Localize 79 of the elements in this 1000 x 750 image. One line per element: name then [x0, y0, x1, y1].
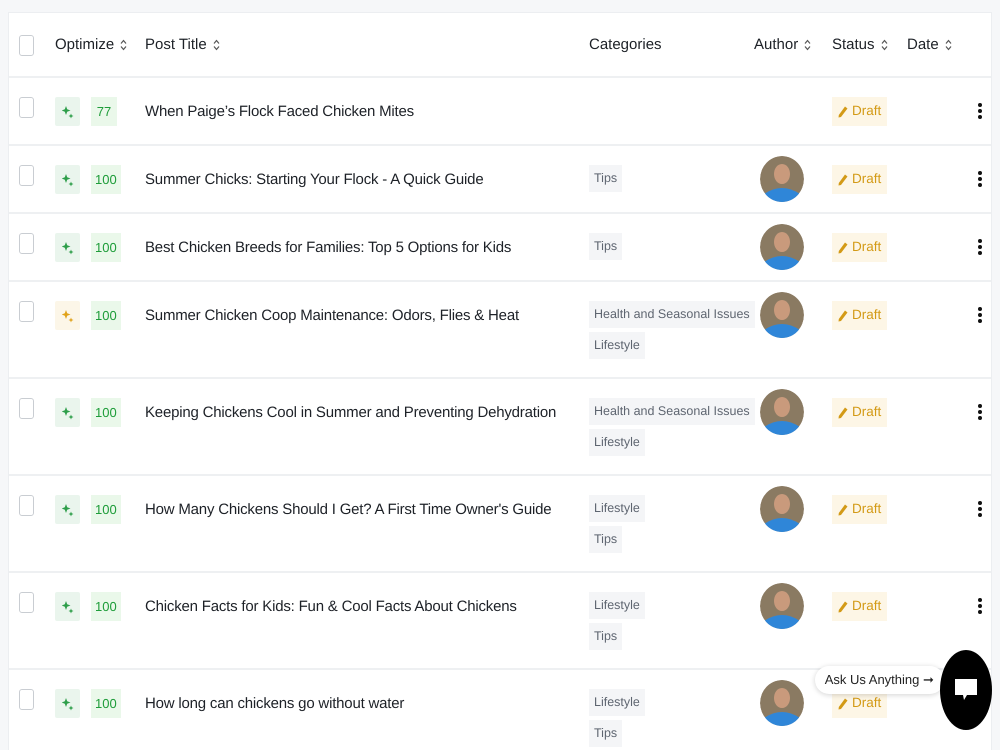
score-badge: 100 [91, 398, 121, 427]
optimize-button[interactable] [55, 592, 80, 621]
status-badge: Draft [832, 592, 888, 621]
checkbox[interactable] [19, 34, 34, 56]
sort-icon[interactable] [804, 39, 812, 52]
sort-icon[interactable] [944, 39, 952, 52]
score-badge: 100 [91, 233, 121, 262]
more-options-icon[interactable] [977, 306, 983, 324]
category-tag[interactable]: Lifestyle [589, 689, 645, 716]
pencil-icon [838, 174, 848, 186]
checkbox[interactable] [19, 301, 34, 322]
category-tag[interactable]: Lifestyle [589, 495, 645, 522]
checkbox[interactable] [19, 592, 34, 613]
checkbox[interactable] [19, 165, 34, 186]
optimize-button[interactable] [55, 233, 80, 262]
category-tag[interactable]: Lifestyle [589, 429, 645, 456]
sort-icon[interactable] [880, 39, 888, 52]
status-badge: Draft [832, 97, 888, 126]
category-tag[interactable]: Tips [589, 165, 622, 192]
more-options-icon[interactable] [977, 403, 983, 422]
category-tag[interactable]: Tips [589, 526, 622, 553]
category-tag[interactable]: Tips [589, 623, 622, 650]
column-header[interactable]: Optimize [55, 34, 128, 56]
optimize-button[interactable] [55, 398, 80, 427]
post-title[interactable]: Summer Chicken Coop Maintenance: Odors, Flies & Heat [145, 301, 585, 330]
more-options-icon[interactable] [977, 500, 983, 518]
category-tag[interactable]: Health and Seasonal Issues [589, 398, 755, 425]
score-badge: 100 [91, 301, 121, 330]
category-tag[interactable]: Lifestyle [589, 592, 645, 619]
more-options-icon[interactable] [977, 102, 983, 120]
checkbox[interactable] [19, 97, 34, 118]
more-options-icon[interactable] [977, 597, 983, 616]
category-tag[interactable]: Tips [589, 720, 622, 747]
more-options-icon[interactable] [977, 170, 983, 188]
post-title[interactable]: Summer Chicks: Starting Your Flock - A Quick Guide [145, 165, 585, 194]
post-title[interactable]: How long can chickens go without water [145, 689, 585, 718]
column-header: Categories [589, 35, 662, 55]
post-title[interactable]: Best Chicken Breeds for Families: Top 5 Options for Kids [145, 233, 585, 262]
checkbox[interactable] [19, 495, 34, 516]
pencil-icon [838, 242, 848, 254]
pencil-icon [838, 600, 848, 612]
sort-icon[interactable] [212, 39, 220, 52]
optimize-button[interactable] [55, 301, 80, 330]
column-header[interactable]: Date [907, 34, 952, 56]
optimize-button[interactable] [55, 165, 80, 194]
column-header[interactable]: Post Title [145, 34, 220, 56]
sort-icon[interactable] [120, 39, 128, 52]
optimize-button[interactable] [55, 97, 80, 126]
score-badge: 77 [91, 97, 117, 126]
checkbox[interactable] [19, 398, 34, 419]
status-badge: Draft [832, 495, 888, 524]
score-badge: 100 [91, 165, 121, 194]
score-badge: 100 [91, 495, 121, 524]
status-badge: Draft [832, 301, 888, 330]
pencil-icon [838, 106, 848, 118]
optimize-button[interactable] [55, 689, 80, 718]
more-options-icon[interactable] [977, 238, 983, 256]
pencil-icon [838, 698, 848, 710]
status-badge: Draft [832, 398, 888, 427]
score-badge: 100 [91, 689, 121, 718]
score-badge: 100 [91, 592, 121, 621]
pencil-icon [838, 406, 848, 418]
post-title[interactable]: Chicken Facts for Kids: Fun & Cool Facts About Chickens [145, 592, 585, 621]
checkbox[interactable] [19, 689, 34, 710]
ask-us-anything-button[interactable]: Ask Us Anything ➞ [814, 666, 944, 694]
category-tag[interactable]: Tips [589, 233, 622, 260]
checkbox[interactable] [19, 233, 34, 254]
pencil-icon [838, 310, 848, 322]
status-badge: Draft [832, 233, 888, 262]
category-tag[interactable]: Health and Seasonal Issues [589, 301, 755, 328]
column-header[interactable]: Author [754, 34, 812, 56]
post-title[interactable]: Keeping Chickens Cool in Summer and Preventing Dehydration [145, 398, 585, 427]
category-tag[interactable]: Lifestyle [589, 332, 645, 359]
column-header[interactable]: Status [832, 34, 888, 56]
optimize-button[interactable] [55, 495, 80, 524]
post-title[interactable]: How Many Chickens Should I Get? A First Time Owner's Guide [145, 495, 585, 524]
pencil-icon [838, 504, 848, 516]
status-badge: Draft [832, 165, 888, 194]
post-title[interactable]: When Paige’s Flock Faced Chicken Mites [145, 97, 585, 126]
